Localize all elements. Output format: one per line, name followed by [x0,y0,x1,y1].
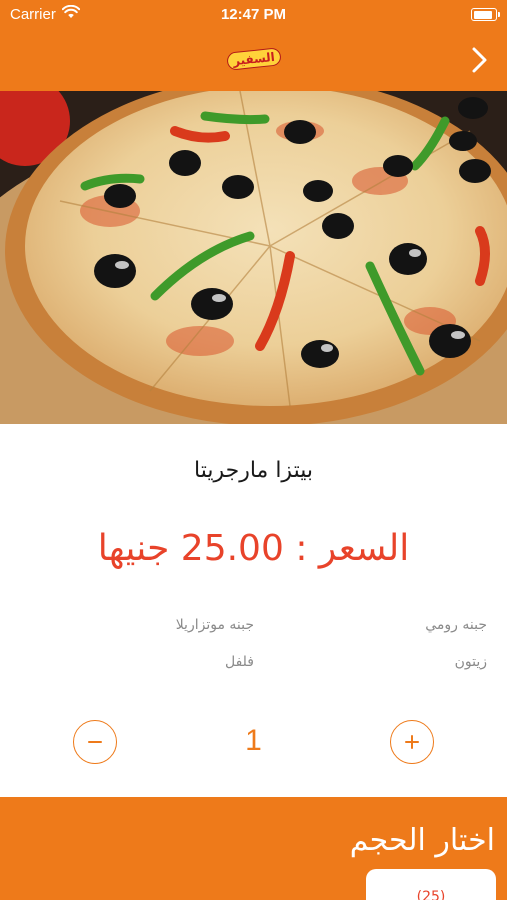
status-time: 12:47 PM [220,6,287,23]
battery-icon [471,8,500,21]
ingredient-item: فلفل [224,654,254,670]
ingredient-item: جبنه رومي [425,617,487,633]
product-title: بيتزا مارجريتا [194,458,313,483]
price-currency: جنيها [97,528,170,569]
status-bar: Carrier 12:47 PM [0,0,507,30]
brand-logo-text: السفير [226,47,282,71]
brand-logo: السفير [226,45,282,73]
ingredient-item: جبنه موتزاريلا [175,617,254,633]
increase-quantity-button[interactable] [390,720,434,764]
ingredient-item: زيتون [454,654,487,670]
chevron-right-icon[interactable] [467,45,491,75]
size-option-card[interactable]: (25) [366,869,496,900]
size-option-label: (25) [416,889,446,900]
plus-icon [405,735,419,749]
price-label: السعر : [295,528,410,569]
price-value: 25.00 [180,528,284,569]
size-section: اختار الحجم (25) [0,797,507,900]
product-image [0,91,507,424]
size-heading: اختار الحجم [349,823,495,858]
nav-bar: السفير [0,30,507,91]
price-row: السعر : 25.00 جنيها [0,528,507,569]
